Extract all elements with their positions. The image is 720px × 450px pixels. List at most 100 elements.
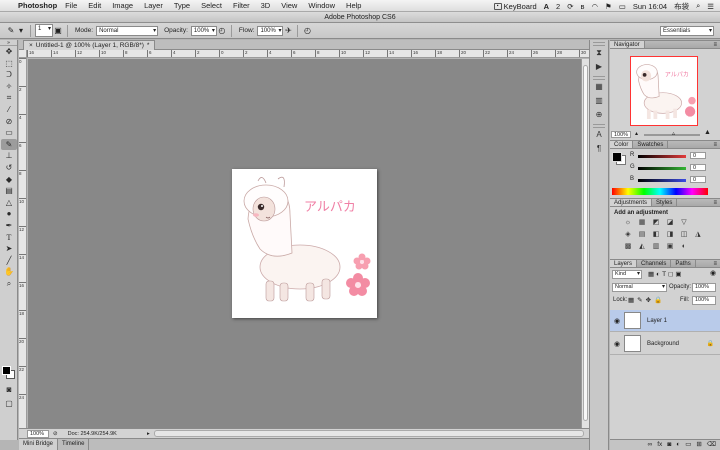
photo-filter-adjust-icon[interactable]: ◨ <box>664 230 676 240</box>
color-lookup-adjust-icon[interactable]: ◮ <box>692 230 704 240</box>
crop-tool-icon[interactable]: ⌗ <box>1 92 17 104</box>
wifi-icon[interactable]: ◠ <box>591 2 598 11</box>
proof-icon[interactable]: ⊘ <box>53 431 58 437</box>
navigator-zoom-input[interactable]: 100% <box>611 131 631 138</box>
history-panel-icon[interactable]: ⧗ <box>593 48 605 58</box>
trash-icon[interactable]: ⌫ <box>707 440 716 450</box>
fx-icon[interactable]: fx <box>657 440 662 450</box>
brightness-adjust-icon[interactable]: ☼ <box>622 218 634 228</box>
foreground-color-swatch[interactable] <box>2 366 11 375</box>
layer-row-background[interactable]: ◉ Background 🔒 <box>610 333 720 355</box>
eyedropper-tool-icon[interactable]: ⁄ <box>1 104 17 116</box>
brush-panel-icon[interactable]: ▦ <box>593 82 605 92</box>
levels-adjust-icon[interactable]: ▦ <box>636 218 648 228</box>
flag-icon[interactable]: ⚑ <box>605 2 612 11</box>
document-tab[interactable]: × Untitled-1 @ 100% (Layer 1, RGB/8*) * <box>23 40 156 50</box>
menu-file[interactable]: File <box>65 1 77 10</box>
gradient-map-adjust-icon[interactable]: ▣ <box>664 242 676 252</box>
zoom-in-icon[interactable]: ▲ <box>704 129 711 136</box>
tab-styles[interactable]: Styles <box>652 199 678 206</box>
user-name[interactable]: 布袋 <box>674 1 689 12</box>
battery-icon[interactable]: ▭ <box>619 2 626 11</box>
document-canvas[interactable]: アルパカ <box>232 169 377 318</box>
tab-navigator[interactable]: Navigator <box>610 41 645 48</box>
brush-size-picker[interactable]: 1 <box>35 24 53 37</box>
layer-filter-kind[interactable]: Kind <box>612 270 642 279</box>
link-layers-icon[interactable]: ∞ <box>648 440 653 450</box>
brush-tool-preset-icon[interactable]: ✎ <box>6 26 16 36</box>
selective-color-adjust-icon[interactable]: ◐ <box>678 242 690 252</box>
invert-adjust-icon[interactable]: ▩ <box>622 242 634 252</box>
channel-b-input[interactable]: 0 <box>690 176 706 183</box>
horizontal-scrollbar[interactable] <box>154 430 584 437</box>
menu-help[interactable]: Help <box>346 1 361 10</box>
vibrance-adjust-icon[interactable]: ▽ <box>678 218 690 228</box>
hand-tool-icon[interactable]: ✋ <box>1 266 17 278</box>
preset-dropdown-icon[interactable]: ▾ <box>16 26 26 36</box>
workspace-switcher[interactable]: Essentials <box>660 26 714 36</box>
add-mask-icon[interactable]: ◙ <box>667 440 671 450</box>
character-panel-icon[interactable]: A <box>593 130 605 140</box>
spotlight-icon[interactable]: ⌕ <box>696 1 700 11</box>
color-balance-adjust-icon[interactable]: ▤ <box>636 230 648 240</box>
color-spectrum[interactable] <box>612 188 708 195</box>
panel-grip[interactable] <box>593 42 605 46</box>
actions-panel-icon[interactable]: ▶ <box>593 62 605 72</box>
mode-select[interactable]: Normal <box>96 25 159 36</box>
brush-panel-icon[interactable]: ▣ <box>53 26 63 36</box>
clone-source-icon[interactable]: ⊕ <box>593 110 605 120</box>
healing-brush-tool-icon[interactable]: ⊘ <box>1 116 17 128</box>
move-tool-icon[interactable]: ✥ <box>1 46 17 58</box>
app-menu[interactable]: Photoshop <box>18 1 57 10</box>
layer-opacity-input[interactable]: 100% <box>692 283 716 292</box>
vertical-scrollbar[interactable] <box>581 59 589 428</box>
tab-color[interactable]: Color <box>610 141 634 148</box>
marquee-tool-icon[interactable]: ⬚ <box>1 58 17 70</box>
airbrush-icon[interactable]: ✈ <box>283 26 293 36</box>
eraser-hint-icon[interactable]: ▭ <box>1 127 17 139</box>
tab-channels[interactable]: Channels <box>637 260 672 267</box>
visibility-eye-icon[interactable]: ◉ <box>610 340 624 348</box>
ruler-origin[interactable] <box>19 50 27 58</box>
menu-3d[interactable]: 3D <box>261 1 271 10</box>
clone-stamp-tool-icon[interactable]: ⊥ <box>1 150 17 162</box>
brush-tool-icon[interactable]: ✎ <box>1 138 17 151</box>
status-menu-icon[interactable]: ▸ <box>147 431 150 437</box>
visibility-eye-icon[interactable]: ◉ <box>610 317 624 325</box>
zoom-tool-icon[interactable]: ⌕ <box>1 278 17 290</box>
tab-layers[interactable]: Layers <box>610 260 638 267</box>
layer-filter-icons[interactable]: ▦◐T◻▣ <box>648 270 684 278</box>
lock-icons[interactable]: ▦✎✥🔒 <box>628 296 665 304</box>
layer-blend-mode[interactable]: Normal <box>612 283 667 292</box>
dodge-tool-icon[interactable]: ● <box>1 208 17 220</box>
horizontal-ruler[interactable]: 16 14 12 10 8 6 4 2 0 2 4 6 8 10 12 14 16 18 20 22 24 26 28 30 <box>27 50 589 58</box>
quick-mask-icon[interactable]: ◙ <box>1 384 17 396</box>
channel-mixer-adjust-icon[interactable]: ◫ <box>678 230 690 240</box>
channel-g-slider[interactable] <box>638 167 686 170</box>
panel-grip[interactable] <box>593 76 605 80</box>
hue-sat-adjust-icon[interactable]: ◈ <box>622 230 634 240</box>
menu-window[interactable]: Window <box>308 1 335 10</box>
flow-input[interactable]: 100% <box>257 25 284 36</box>
menu-view[interactable]: View <box>281 1 297 10</box>
vertical-ruler[interactable]: 0 2 4 6 8 10 12 14 16 18 20 22 24 <box>19 58 27 428</box>
sync-icon[interactable]: ⟳ <box>567 2 573 11</box>
pressure-opacity-icon[interactable]: ◴ <box>217 26 227 36</box>
menu-edit[interactable]: Edit <box>88 1 101 10</box>
menu-filter[interactable]: Filter <box>233 1 250 10</box>
clock[interactable]: Sun 16:04 <box>633 2 667 11</box>
channel-b-slider[interactable] <box>638 179 686 182</box>
menu-layer[interactable]: Layer <box>144 1 163 10</box>
blur-tool-icon[interactable]: △ <box>1 197 17 209</box>
tab-mini-bridge[interactable]: Mini Bridge <box>19 439 59 450</box>
line-tool-icon[interactable]: ╱ <box>1 255 17 267</box>
brush-presets-icon[interactable]: ▥ <box>593 96 605 106</box>
channel-r-slider[interactable] <box>638 155 686 158</box>
panel-menu-icon[interactable]: ≡ <box>713 199 717 206</box>
menu-select[interactable]: Select <box>201 1 222 10</box>
panel-grip[interactable] <box>593 124 605 128</box>
menu-type[interactable]: Type <box>174 1 190 10</box>
exposure-adjust-icon[interactable]: ◪ <box>664 218 676 228</box>
screen-mode-icon[interactable]: ▢ <box>1 398 17 410</box>
fill-input[interactable]: 100% <box>692 296 716 305</box>
